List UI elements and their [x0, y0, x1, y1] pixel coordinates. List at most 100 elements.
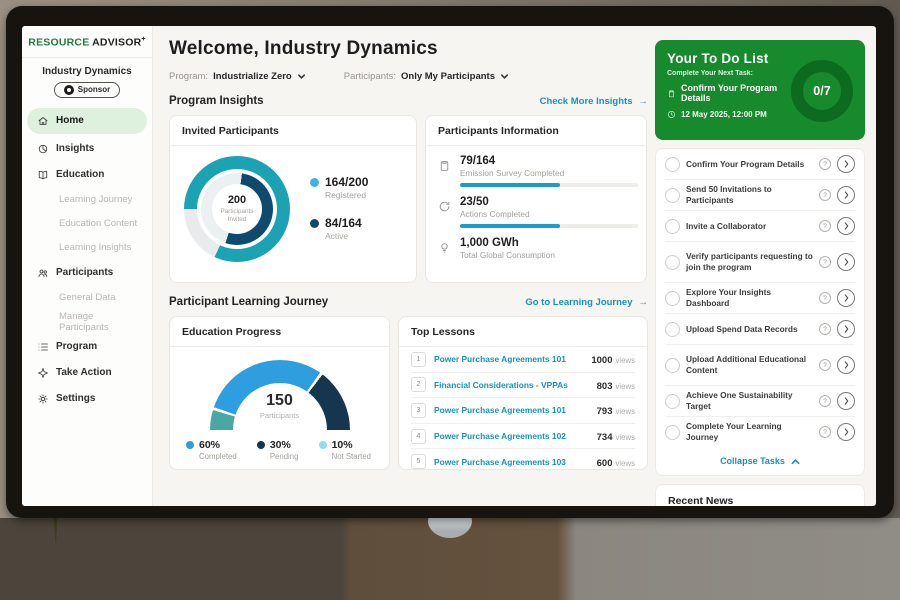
- task-go-button[interactable]: [837, 186, 855, 204]
- task-checkbox[interactable]: [665, 188, 680, 203]
- lesson-link[interactable]: Financial Considerations - VPPAs: [434, 380, 589, 390]
- lesson-link[interactable]: Power Purchase Agreements 103: [434, 457, 589, 467]
- participants-value: Only My Participants: [401, 71, 495, 82]
- sidebar-item-label: Settings: [56, 393, 95, 404]
- task-go-button[interactable]: [837, 217, 855, 235]
- clipboard-icon: [667, 89, 676, 98]
- task-checkbox[interactable]: [665, 219, 680, 234]
- insights-cards-row: Invited Participants 200 Participants In…: [169, 115, 648, 283]
- sidebar-item-settings[interactable]: Settings: [22, 386, 152, 412]
- views-unit: views: [616, 356, 636, 365]
- lesson-row: 1 Power Purchase Agreements 101 1000view…: [411, 347, 635, 373]
- task-row: Upload Spend Data Records ?: [665, 314, 855, 345]
- participants-icon: [37, 267, 49, 279]
- lesson-link[interactable]: Power Purchase Agreements 101: [434, 354, 583, 364]
- sponsor-badge[interactable]: Sponsor: [54, 82, 120, 98]
- legend-item-completed: 60% Completed: [186, 439, 237, 461]
- collapse-tasks-link[interactable]: Collapse Tasks: [665, 447, 855, 475]
- task-go-button[interactable]: [837, 356, 855, 374]
- program-list-icon: [37, 341, 49, 353]
- sidebar-item-learning-insights[interactable]: Learning Insights: [22, 236, 152, 260]
- legend-dot: [310, 178, 319, 187]
- task-checkbox[interactable]: [665, 358, 680, 373]
- gauge-legend: 60% Completed 30% Pending 10%: [170, 430, 389, 461]
- task-go-button[interactable]: [837, 423, 855, 441]
- lesson-link[interactable]: Power Purchase Agreements 102: [434, 431, 589, 441]
- task-row: Invite a Collaborator ?: [665, 211, 855, 242]
- task-checkbox[interactable]: [665, 157, 680, 172]
- question-icon[interactable]: ?: [819, 292, 831, 304]
- task-checkbox[interactable]: [665, 291, 680, 306]
- task-checkbox[interactable]: [665, 425, 680, 440]
- sidebar-item-participants[interactable]: Participants: [22, 260, 152, 286]
- page-title: Welcome, Industry Dynamics: [169, 38, 648, 60]
- participants-information-card: Participants Information 79/164 Emission…: [425, 115, 647, 283]
- sidebar-item-learning-journey[interactable]: Learning Journey: [22, 188, 152, 212]
- sidebar-item-home[interactable]: Home: [27, 108, 147, 134]
- gauge-center-value: 150: [210, 392, 350, 410]
- card-title: Top Lessons: [399, 317, 647, 347]
- question-icon[interactable]: ?: [819, 323, 831, 335]
- home-icon: [37, 115, 49, 127]
- stat-label: Total Global Consumption: [460, 250, 555, 260]
- program-value: Industrialize Zero: [213, 71, 292, 82]
- sidebar-item-program[interactable]: Program: [22, 334, 152, 360]
- task-go-button[interactable]: [837, 392, 855, 410]
- legend-value: 164/200: [325, 175, 368, 189]
- task-checkbox[interactable]: [665, 255, 680, 270]
- sidebar-item-manage-participants[interactable]: Manage Participants: [22, 310, 152, 334]
- views-count: 734: [597, 432, 613, 443]
- legend-label: Completed: [199, 452, 237, 461]
- lesson-row: 5 Power Purchase Agreements 103 600views: [411, 449, 635, 474]
- card-title: Education Progress: [170, 317, 389, 347]
- question-icon[interactable]: ?: [819, 359, 831, 371]
- legend-label: Active: [325, 231, 362, 241]
- filter-bar: Program: Industrialize Zero Participants…: [169, 71, 648, 82]
- card-title: Participants Information: [426, 116, 646, 146]
- sidebar-item-label: Take Action: [56, 367, 112, 378]
- recent-news-card[interactable]: Recent News: [655, 484, 865, 506]
- question-icon[interactable]: ?: [819, 220, 831, 232]
- legend-label: Registered: [325, 190, 368, 200]
- stat-value: 1,000 GWh: [460, 237, 555, 249]
- task-label: Achieve One Sustainability Target: [686, 390, 813, 412]
- collapse-label: Collapse Tasks: [720, 456, 785, 466]
- task-checkbox[interactable]: [665, 394, 680, 409]
- sidebar-item-label: General Data: [59, 292, 116, 303]
- sidebar-item-education[interactable]: Education: [22, 162, 152, 188]
- sidebar-item-take-action[interactable]: Take Action: [22, 360, 152, 386]
- task-go-button[interactable]: [837, 289, 855, 307]
- org-name: Industry Dynamics: [22, 66, 152, 77]
- question-icon[interactable]: ?: [819, 395, 831, 407]
- task-label: Send 50 Invitations to Participants: [686, 184, 813, 206]
- invited-card-body: 200 Participants Invited 164/200 Registe: [170, 146, 416, 262]
- sponsor-icon: [64, 85, 74, 95]
- todo-progress-value: 0/7: [813, 84, 830, 98]
- sidebar-item-general-data[interactable]: General Data: [22, 286, 152, 310]
- todo-panel: Your To Do List Complete Your Next Task:…: [655, 26, 876, 506]
- program-dropdown[interactable]: Program: Industrialize Zero: [169, 71, 306, 82]
- task-go-button[interactable]: [837, 155, 855, 173]
- sidebar-item-label: Learning Journey: [59, 194, 132, 205]
- sidebar-item-education-content[interactable]: Education Content: [22, 212, 152, 236]
- sidebar-item-label: Home: [56, 115, 84, 126]
- lesson-link[interactable]: Power Purchase Agreements 101: [434, 405, 589, 415]
- task-checkbox[interactable]: [665, 322, 680, 337]
- go-to-learning-journey-link[interactable]: Go to Learning Journey →: [525, 297, 648, 308]
- next-task-label: Confirm Your Program Details: [681, 83, 791, 103]
- task-go-button[interactable]: [837, 320, 855, 338]
- question-icon[interactable]: ?: [819, 158, 831, 170]
- stat-actions-completed: 23/50 Actions Completed: [426, 187, 646, 228]
- sidebar-item-label: Manage Participants: [59, 311, 144, 333]
- stat-value: 79/164: [460, 155, 638, 167]
- sidebar-menu: Home Insights Education Learning Journey: [22, 108, 152, 412]
- participants-dropdown[interactable]: Participants: Only My Participants: [344, 71, 509, 82]
- check-more-insights-link[interactable]: Check More Insights →: [540, 96, 648, 107]
- question-icon[interactable]: ?: [819, 426, 831, 438]
- question-icon[interactable]: ?: [819, 189, 831, 201]
- question-icon[interactable]: ?: [819, 256, 831, 268]
- task-go-button[interactable]: [837, 253, 855, 271]
- main-content: Welcome, Industry Dynamics Program: Indu…: [153, 26, 655, 506]
- sidebar-item-insights[interactable]: Insights: [22, 136, 152, 162]
- task-label: Upload Spend Data Records: [686, 324, 813, 335]
